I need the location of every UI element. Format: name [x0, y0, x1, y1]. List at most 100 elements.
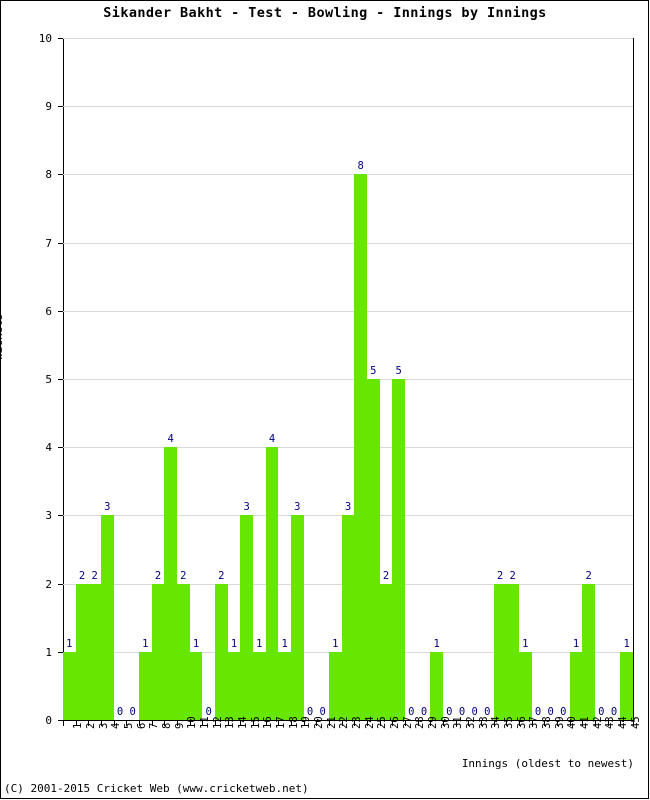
- bar: [620, 651, 633, 720]
- bar-value-label: 4: [167, 433, 174, 446]
- bar: [582, 583, 595, 720]
- x-tick-label: 25: [376, 716, 389, 729]
- x-tick-mark: [595, 721, 596, 726]
- bar: [278, 651, 291, 720]
- y-tick-label: 4: [45, 441, 52, 455]
- bar-value-label: 3: [243, 501, 250, 514]
- bar: [240, 515, 253, 720]
- y-tick-label: 2: [45, 577, 52, 591]
- x-tick-mark: [380, 721, 381, 726]
- x-tick-mark: [114, 721, 115, 726]
- x-tick-label: 19: [300, 716, 313, 729]
- x-tick-mark: [544, 721, 545, 726]
- x-tick-mark: [101, 721, 102, 726]
- x-tick-label: 37: [528, 716, 541, 729]
- bar: [63, 651, 76, 720]
- x-tick-label: 7: [148, 722, 161, 729]
- bar: [177, 583, 190, 720]
- bar: [75, 583, 89, 720]
- x-tick-mark: [608, 721, 609, 726]
- bar: [265, 447, 279, 720]
- x-tick-label: 16: [262, 716, 275, 729]
- x-tick-mark: [278, 721, 279, 726]
- x-tick-mark: [342, 721, 343, 726]
- bar-value-label: 3: [294, 501, 301, 514]
- y-tick-label: 7: [45, 236, 52, 250]
- x-tick-mark: [367, 721, 368, 726]
- x-tick-mark: [215, 721, 216, 726]
- bar-value-label: 2: [509, 569, 516, 582]
- x-tick-label: 34: [490, 716, 503, 729]
- bar: [291, 515, 304, 720]
- x-tick-mark: [88, 721, 89, 726]
- x-tick-mark: [430, 721, 431, 726]
- y-tick-label: 6: [45, 304, 52, 318]
- x-tick-mark: [76, 721, 77, 726]
- gridline: [63, 38, 633, 39]
- plot-area: 1223001242102131413001385250010000221000…: [63, 38, 633, 720]
- bar-value-label: 2: [218, 569, 225, 582]
- bar-value-label: 2: [180, 569, 187, 582]
- bar-value-label: 1: [433, 637, 440, 650]
- x-tick-mark: [405, 721, 406, 726]
- x-tick-mark: [291, 721, 292, 726]
- gridline: [63, 242, 633, 244]
- bar-value-label: 3: [104, 501, 111, 514]
- y-tick-label: 5: [45, 373, 52, 386]
- bar: [101, 515, 114, 720]
- bar-value-label: 2: [585, 569, 592, 582]
- x-tick-mark: [494, 721, 495, 726]
- x-tick-mark: [329, 721, 330, 726]
- x-tick-mark: [240, 721, 241, 726]
- x-tick-mark: [481, 721, 482, 726]
- x-tick-mark: [190, 721, 191, 726]
- x-tick-label: 13: [224, 716, 237, 729]
- bar: [493, 583, 507, 720]
- x-tick-mark: [418, 721, 419, 726]
- x-tick-label: 28: [414, 716, 427, 729]
- y-tick-label: 8: [45, 168, 52, 182]
- bar: [253, 651, 266, 720]
- bar: [506, 583, 519, 720]
- x-tick-mark: [570, 721, 571, 726]
- x-tick-mark: [164, 721, 165, 726]
- y-tick-label: 3: [45, 509, 52, 523]
- gridline: [63, 379, 633, 380]
- x-tick-mark: [506, 721, 507, 726]
- bar: [151, 583, 165, 720]
- x-tick-mark: [126, 721, 127, 726]
- x-tick-mark: [152, 721, 153, 726]
- x-tick-mark: [316, 721, 317, 726]
- x-tick-mark: [202, 721, 203, 726]
- bar: [341, 515, 355, 720]
- x-tick-mark: [266, 721, 267, 726]
- x-tick-mark: [63, 721, 64, 726]
- copyright-footer: (C) 2001-2015 Cricket Web (www.cricketwe…: [4, 782, 309, 795]
- bar-value-label: 8: [357, 160, 364, 173]
- bar: [88, 583, 101, 720]
- x-tick-mark: [443, 721, 444, 726]
- page-title: Sikander Bakht - Test - Bowling - Inning…: [103, 5, 547, 21]
- x-tick-mark: [228, 721, 229, 726]
- bar-value-label: 1: [192, 637, 200, 650]
- bar: [139, 651, 152, 720]
- bar: [215, 583, 228, 720]
- x-tick-label: 31: [452, 716, 465, 729]
- gridline: [63, 447, 633, 449]
- y-tick-label: 1: [45, 645, 52, 659]
- x-tick-mark: [582, 721, 583, 726]
- plot-right-border: [633, 38, 634, 720]
- bar-value-label: 5: [370, 365, 377, 377]
- gridline: [63, 174, 633, 176]
- bar-value-label: 5: [395, 365, 402, 377]
- bar: [367, 379, 380, 720]
- x-tick-label: 4: [110, 722, 123, 729]
- gridline: [63, 106, 633, 108]
- x-tick-mark: [557, 721, 558, 726]
- bar: [164, 447, 177, 720]
- y-tick-label: 10: [38, 32, 52, 45]
- bar: [392, 379, 405, 720]
- bar: [354, 174, 367, 720]
- x-axis-label: Innings (oldest to newest): [461, 757, 634, 770]
- gridline: [63, 310, 633, 312]
